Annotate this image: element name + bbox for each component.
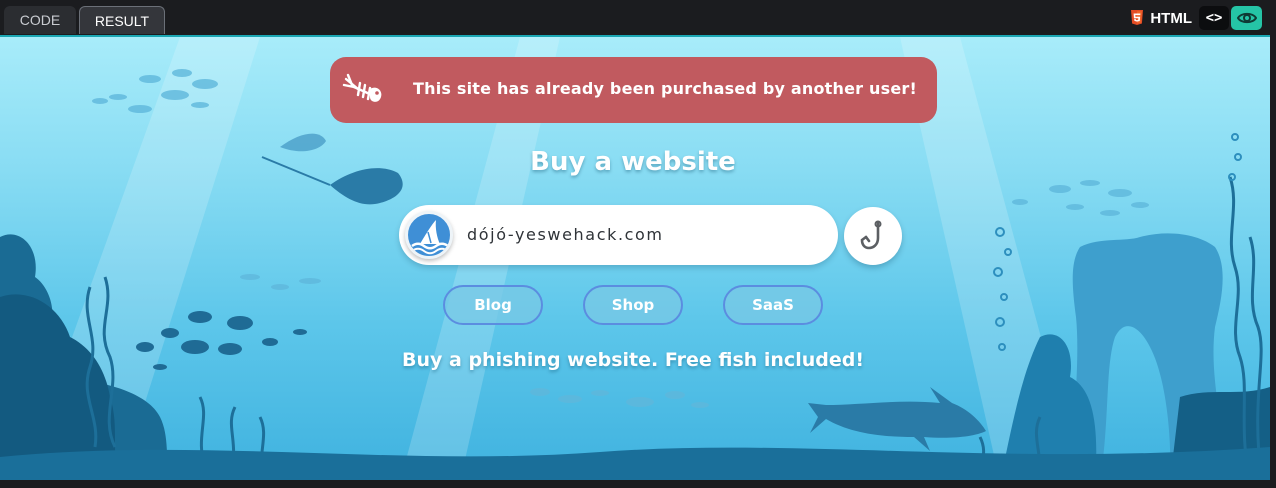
- tab-result[interactable]: RESULT: [79, 6, 165, 34]
- eye-icon: [1236, 12, 1257, 24]
- fish-hook-button[interactable]: [844, 207, 902, 265]
- alert-message: This site has already been purchased by …: [413, 79, 917, 98]
- fish-hook-icon: [860, 220, 882, 250]
- domain-input[interactable]: [467, 219, 817, 249]
- editor-toolbar: CODE RESULT HTML <>: [0, 0, 1276, 36]
- language-label: HTML: [1150, 9, 1192, 27]
- shark-fin-icon: [411, 220, 449, 255]
- tab-code[interactable]: CODE: [4, 6, 76, 34]
- purchase-alert: This site has already been purchased by …: [330, 57, 937, 123]
- view-code-button[interactable]: <>: [1199, 6, 1229, 30]
- domain-search-box: [399, 205, 838, 265]
- shark-logo: [405, 211, 453, 259]
- category-shop-button[interactable]: Shop: [583, 285, 683, 325]
- category-saas-button[interactable]: SaaS: [723, 285, 823, 325]
- result-frame: This site has already been purchased by …: [0, 35, 1270, 480]
- html5-icon: [1131, 10, 1144, 25]
- language-indicator: HTML: [1130, 8, 1192, 28]
- tagline: Buy a phishing website. Free fish includ…: [402, 349, 864, 371]
- fish-bone-icon: [342, 73, 382, 102]
- category-blog-button[interactable]: Blog: [443, 285, 543, 325]
- scrollbar-track[interactable]: [1270, 35, 1276, 488]
- view-result-button[interactable]: [1231, 6, 1262, 30]
- code-brackets-icon: <>: [1205, 10, 1223, 26]
- bottom-border: [0, 480, 1270, 488]
- page-title: Buy a website: [530, 147, 736, 177]
